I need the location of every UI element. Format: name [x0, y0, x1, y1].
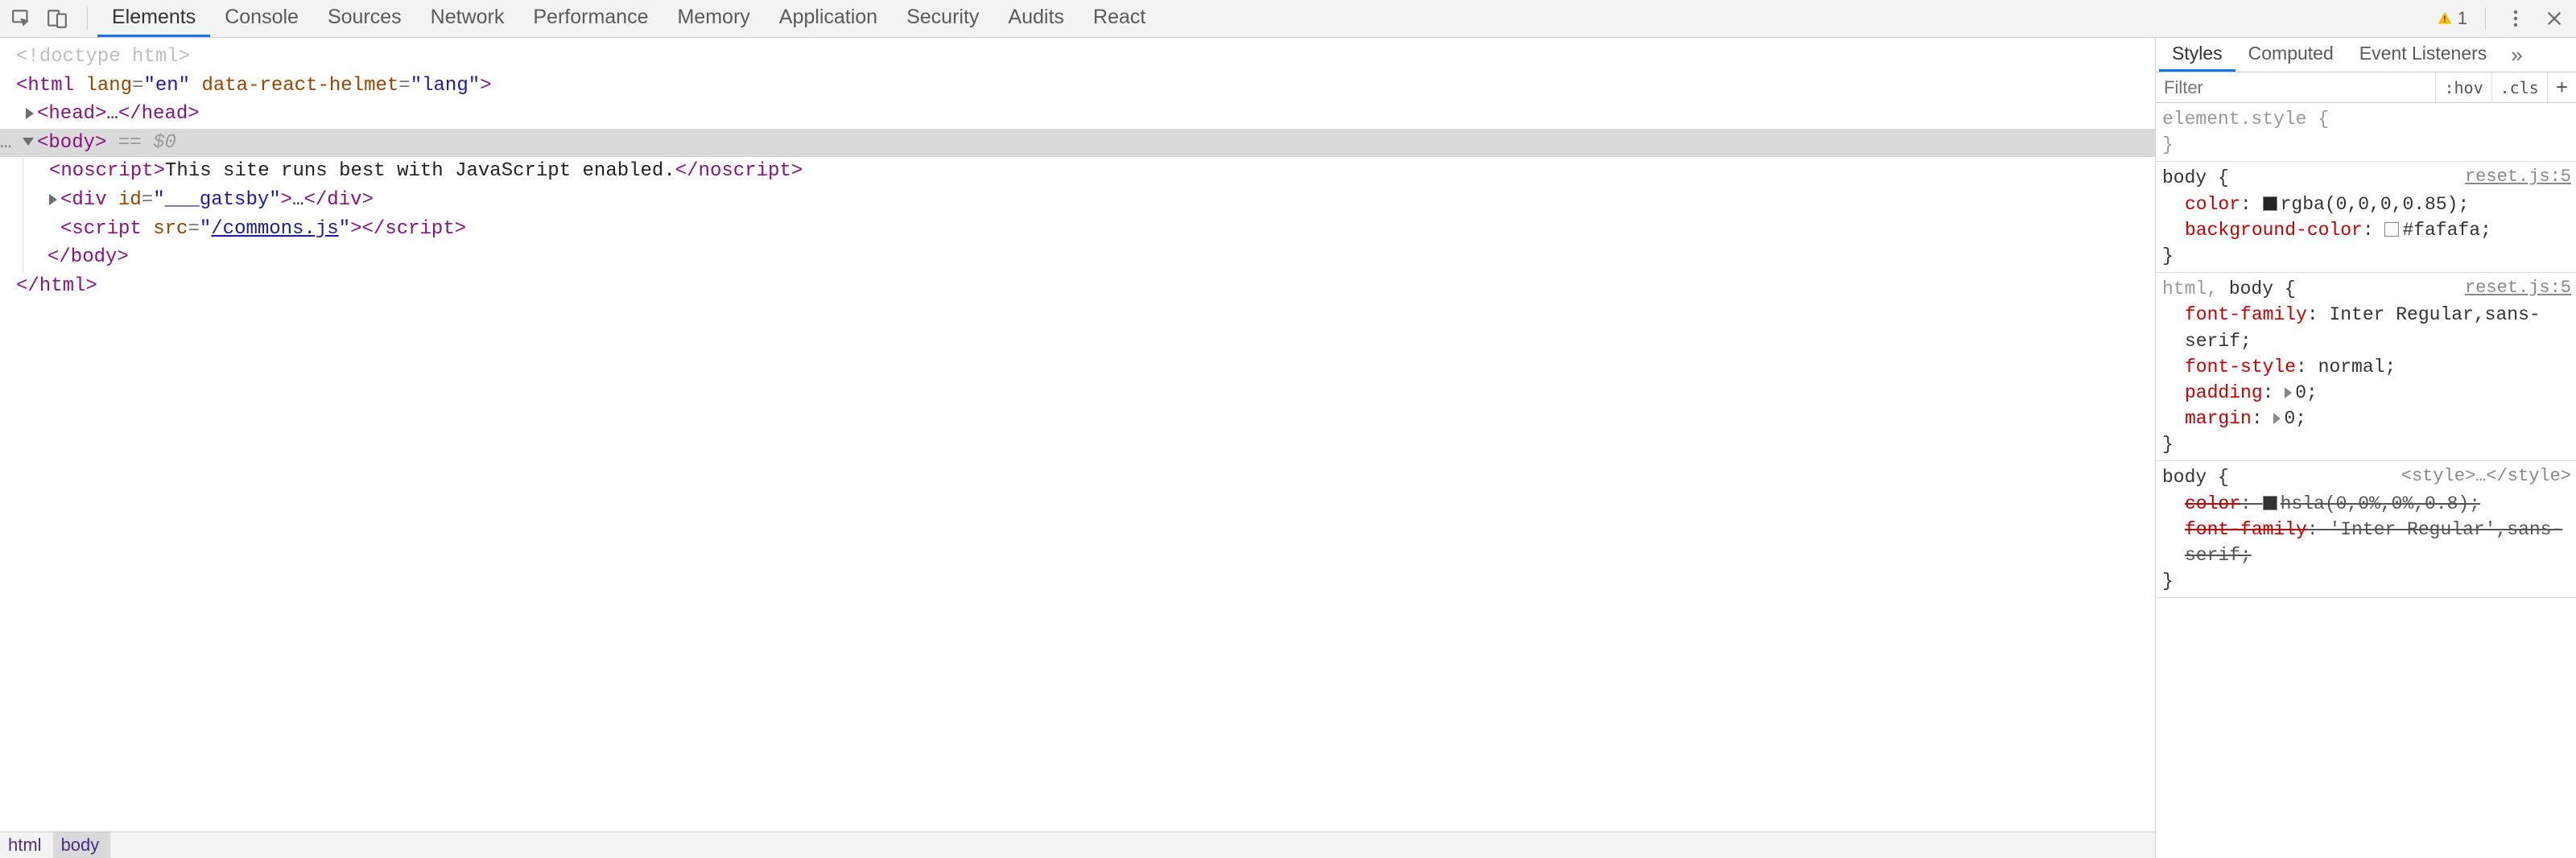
- color-swatch[interactable]: [2263, 496, 2277, 510]
- style-declaration[interactable]: padding: 0;: [2162, 380, 2570, 406]
- warning-counter[interactable]: 1: [2432, 8, 2472, 29]
- dom-node[interactable]: </html>: [8, 272, 2155, 301]
- style-declaration[interactable]: color: rgba(0,0,0,0.85);: [2162, 192, 2570, 217]
- elements-panel: <!doctype html><html lang="en" data-reac…: [0, 38, 2156, 858]
- expand-shorthand-icon[interactable]: [2285, 387, 2292, 398]
- dom-node[interactable]: </body>: [23, 243, 2155, 272]
- style-rule[interactable]: element.style {}: [2156, 103, 2576, 162]
- style-rule[interactable]: reset.js:5html, body {font-family: Inter…: [2156, 273, 2576, 461]
- dom-node-selected[interactable]: <body> == $0: [0, 129, 2155, 158]
- style-declaration[interactable]: background-color: #fafafa;: [2162, 217, 2570, 243]
- color-swatch[interactable]: [2384, 222, 2399, 237]
- style-declaration[interactable]: font-family: 'Inter Regular',sans-serif;: [2162, 517, 2570, 568]
- new-style-rule-button[interactable]: +: [2547, 72, 2576, 102]
- rule-source-link[interactable]: reset.js:5: [2465, 276, 2571, 301]
- main-split: <!doctype html><html lang="en" data-reac…: [0, 38, 2576, 858]
- dom-node[interactable]: <div id="___gatsby">…</div>: [23, 186, 2155, 215]
- toolbar-separator: [2485, 7, 2486, 30]
- dom-node[interactable]: <html lang="en" data-react-helmet="lang"…: [8, 72, 2155, 101]
- dom-node[interactable]: <noscript>This site runs best with JavaS…: [23, 157, 2155, 186]
- tab-audits[interactable]: Audits: [993, 0, 1078, 37]
- styles-filterbar: :hov .cls +: [2156, 72, 2576, 103]
- styles-tab-styles[interactable]: Styles: [2159, 38, 2235, 72]
- close-icon[interactable]: [2537, 3, 2571, 34]
- dom-node[interactable]: <head>…</head>: [8, 100, 2155, 129]
- style-rule[interactable]: reset.js:5body {color: rgba(0,0,0,0.85);…: [2156, 162, 2576, 273]
- dom-node[interactable]: <script src="/commons.js"></script>: [23, 215, 2155, 244]
- styles-tab-event-listeners[interactable]: Event Listeners: [2347, 38, 2500, 72]
- styles-filter-input[interactable]: [2156, 72, 2435, 102]
- tab-memory[interactable]: Memory: [663, 0, 764, 37]
- breadcrumb: htmlbody: [0, 831, 2155, 858]
- tab-network[interactable]: Network: [416, 0, 519, 37]
- tab-sources[interactable]: Sources: [313, 0, 416, 37]
- breadcrumb-item[interactable]: html: [0, 832, 53, 858]
- rule-source-link[interactable]: <style>…</style>: [2401, 464, 2571, 489]
- dom-node[interactable]: <!doctype html>: [8, 43, 2155, 72]
- tab-performance[interactable]: Performance: [518, 0, 663, 37]
- warning-count-text: 1: [2458, 8, 2467, 29]
- styles-rules[interactable]: element.style {}reset.js:5body {color: r…: [2156, 103, 2576, 858]
- dom-tree[interactable]: <!doctype html><html lang="en" data-reac…: [0, 38, 2155, 831]
- rule-source-link[interactable]: reset.js:5: [2465, 165, 2571, 190]
- color-swatch[interactable]: [2263, 196, 2277, 211]
- styles-panel: StylesComputedEvent Listeners» :hov .cls…: [2156, 38, 2576, 858]
- cls-toggle[interactable]: .cls: [2491, 72, 2547, 102]
- hov-toggle[interactable]: :hov: [2435, 72, 2491, 102]
- devtools-toolbar: ElementsConsoleSourcesNetworkPerformance…: [0, 0, 2576, 38]
- toolbar-separator: [87, 7, 88, 30]
- toggle-device-icon[interactable]: [40, 3, 74, 34]
- more-menu-icon[interactable]: [2499, 3, 2533, 34]
- inspect-icon[interactable]: [5, 3, 39, 34]
- styles-tabs: StylesComputedEvent Listeners»: [2156, 38, 2576, 72]
- tab-console[interactable]: Console: [210, 0, 313, 37]
- tab-react[interactable]: React: [1079, 0, 1160, 37]
- tab-security[interactable]: Security: [892, 0, 993, 37]
- tab-application[interactable]: Application: [765, 0, 892, 37]
- style-declaration[interactable]: font-family: Inter Regular,sans-serif;: [2162, 302, 2570, 353]
- expand-shorthand-icon[interactable]: [2273, 413, 2281, 424]
- style-rule[interactable]: <style>…</style>body {color: hsla(0,0%,0…: [2156, 461, 2576, 598]
- main-tabs: ElementsConsoleSourcesNetworkPerformance…: [97, 0, 2430, 37]
- styles-tabs-more-icon[interactable]: »: [2506, 43, 2527, 68]
- styles-tab-computed[interactable]: Computed: [2235, 38, 2347, 72]
- style-declaration[interactable]: margin: 0;: [2162, 406, 2570, 431]
- warning-icon: [2437, 10, 2453, 27]
- tab-elements[interactable]: Elements: [97, 0, 210, 37]
- style-declaration[interactable]: font-style: normal;: [2162, 354, 2570, 380]
- breadcrumb-item[interactable]: body: [53, 832, 111, 858]
- style-declaration[interactable]: color: hsla(0,0%,0%,0.8);: [2162, 491, 2570, 517]
